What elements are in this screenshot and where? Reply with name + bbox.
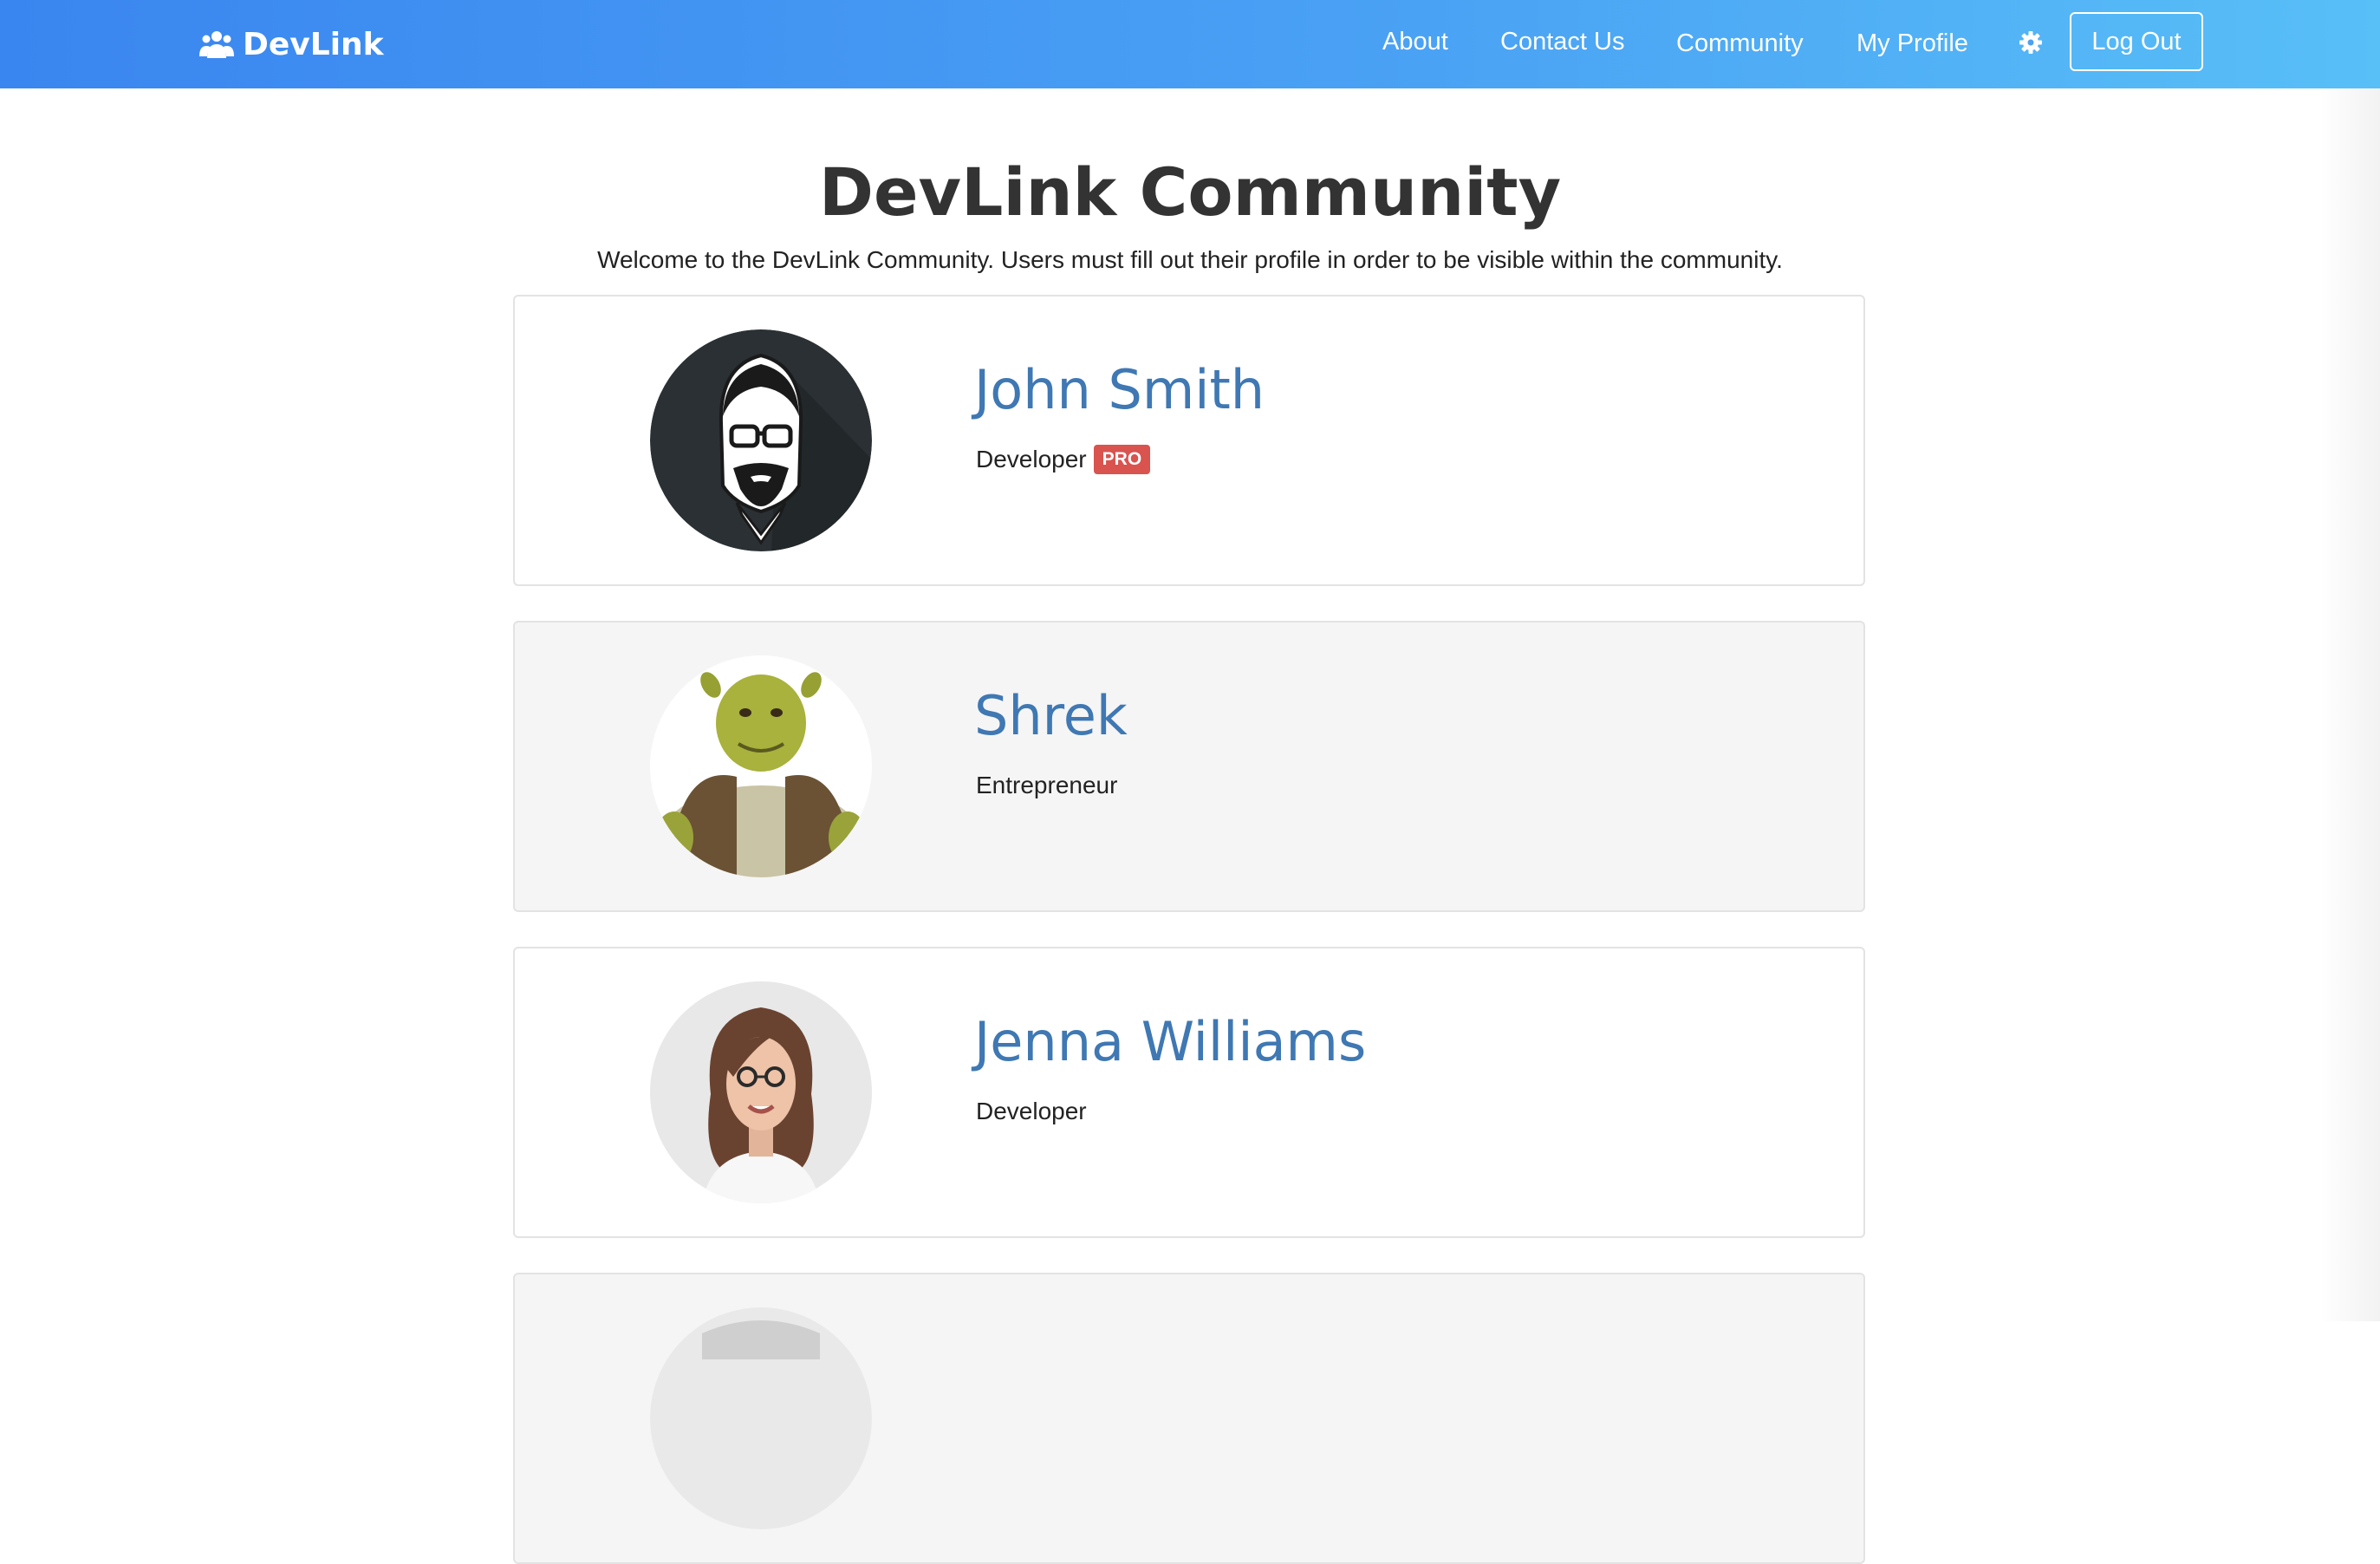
profile-role-label: Entrepreneur [976, 772, 1118, 798]
nav-link-about[interactable]: About [1382, 26, 1448, 57]
gear-icon[interactable] [2018, 29, 2044, 55]
nav-link-my-profile[interactable]: My Profile [1857, 28, 1968, 59]
profile-avatar[interactable] [650, 329, 872, 551]
users-icon [199, 31, 234, 58]
nav-link-community[interactable]: Community [1676, 28, 1804, 59]
partial-avatar-icon [650, 1307, 872, 1529]
profile-card: Jenna Williams Developer [513, 947, 1865, 1238]
profile-name-link[interactable]: John Smith [974, 355, 1265, 425]
nav-link-contact-us[interactable]: Contact Us [1500, 26, 1624, 57]
page-subtitle: Welcome to the DevLink Community. Users … [597, 246, 1783, 273]
profile-card: Shrek Entrepreneur [513, 621, 1865, 912]
top-navbar: DevLink About Contact Us Community My Pr… [0, 0, 2380, 88]
illustrated-man-avatar-icon [650, 329, 872, 551]
page-title: DevLink Community [818, 153, 1562, 231]
profile-avatar[interactable] [650, 655, 872, 877]
profile-role: Entrepreneur [976, 768, 1117, 803]
profile-role-label: Developer [976, 1098, 1087, 1124]
profile-avatar[interactable] [650, 981, 872, 1203]
brand-logo[interactable]: DevLink [199, 23, 384, 66]
profile-role-label: Developer [976, 446, 1087, 472]
pro-badge: PRO [1093, 445, 1151, 474]
brand-name: DevLink [243, 26, 384, 62]
profile-name-link[interactable]: Jenna Williams [974, 1007, 1366, 1077]
woman-photo-avatar-icon [650, 981, 872, 1203]
ogre-avatar-icon [650, 655, 872, 877]
profile-name-link[interactable]: Shrek [974, 681, 1128, 751]
profile-role: Developer PRO [976, 442, 1151, 477]
profile-avatar[interactable] [650, 1307, 872, 1529]
profile-card [513, 1273, 1865, 1564]
profile-card: John Smith Developer PRO [513, 295, 1865, 586]
profile-role: Developer [976, 1094, 1087, 1129]
logout-button[interactable]: Log Out [2070, 12, 2203, 71]
